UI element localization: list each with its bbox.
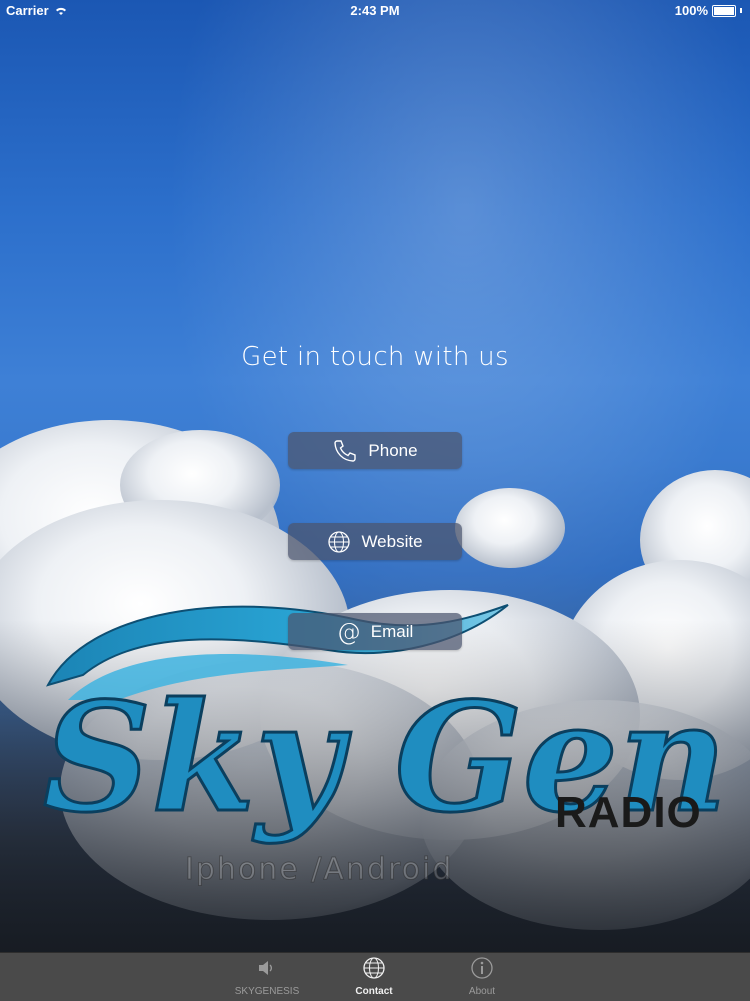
email-button[interactable]: @ Email <box>288 613 462 650</box>
status-bar: Carrier 2:43 PM 100% <box>0 0 750 22</box>
battery-icon <box>712 4 736 17</box>
phone-button-label: Phone <box>368 440 418 460</box>
at-icon: @ <box>336 617 361 646</box>
tab-bar: SKYGENESIS Contact About <box>0 952 750 1001</box>
logo-radio-text: RADIO <box>555 788 702 837</box>
info-icon <box>471 957 493 979</box>
cloud <box>455 488 565 568</box>
phone-icon <box>334 439 357 462</box>
email-button-label: Email <box>370 621 414 641</box>
phone-button[interactable]: Phone <box>288 432 462 469</box>
contact-heading: Get in touch with us <box>241 342 509 372</box>
tab-skygenesis[interactable]: SKYGENESIS <box>207 953 327 1001</box>
battery-indicator: 100% <box>675 3 742 18</box>
globe-icon <box>328 530 351 553</box>
tab-contact[interactable]: Contact <box>314 953 434 1001</box>
tab-about-label: About <box>468 986 496 997</box>
globe-icon <box>363 957 385 979</box>
website-button-label: Website <box>361 531 423 551</box>
tab-contact-label: Contact <box>355 986 393 997</box>
tab-skygenesis-label: SKYGENESIS <box>234 986 300 997</box>
sky-background: Sky Genesis RADIO Iphone /Android <box>0 0 750 952</box>
battery-percent: 100% <box>674 3 708 18</box>
speaker-icon <box>259 961 272 975</box>
logo-subtitle: Iphone /Android <box>185 852 454 888</box>
status-time: 2:43 PM <box>350 3 400 18</box>
tab-about[interactable]: About <box>422 953 542 1001</box>
website-button[interactable]: Website <box>288 523 462 560</box>
